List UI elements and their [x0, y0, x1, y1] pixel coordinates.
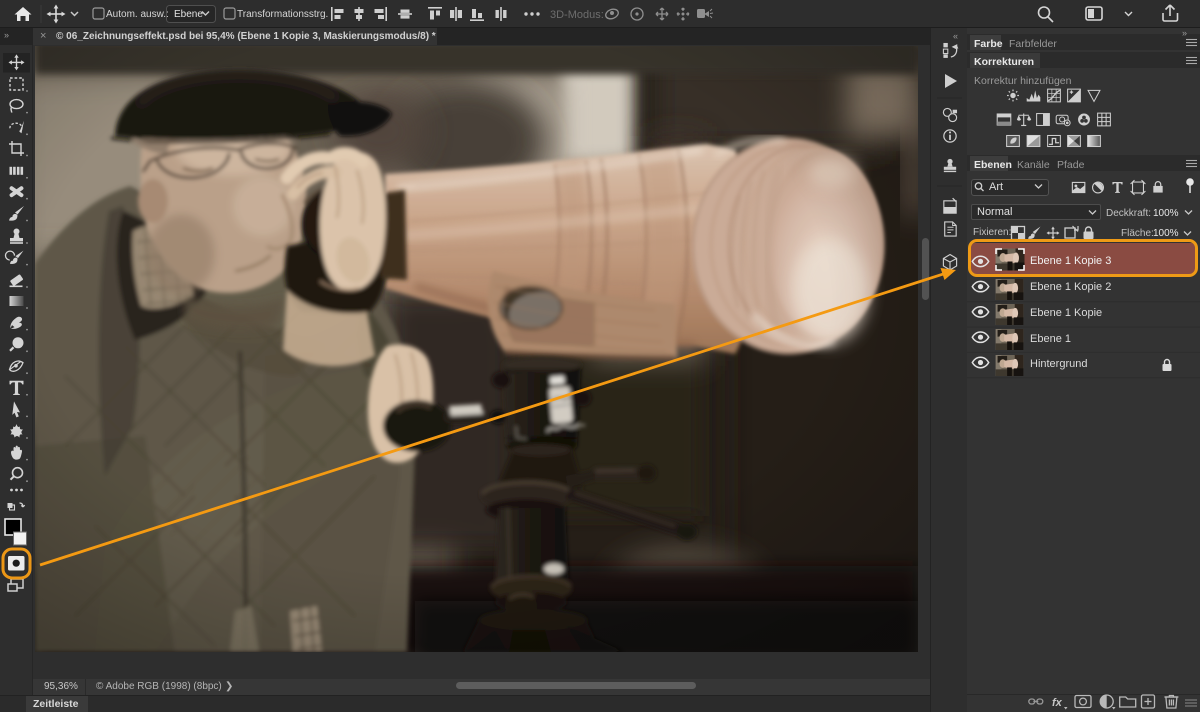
svg-text:fx: fx: [1052, 697, 1063, 709]
svg-text:3D-Modus:: 3D-Modus:: [550, 9, 604, 21]
